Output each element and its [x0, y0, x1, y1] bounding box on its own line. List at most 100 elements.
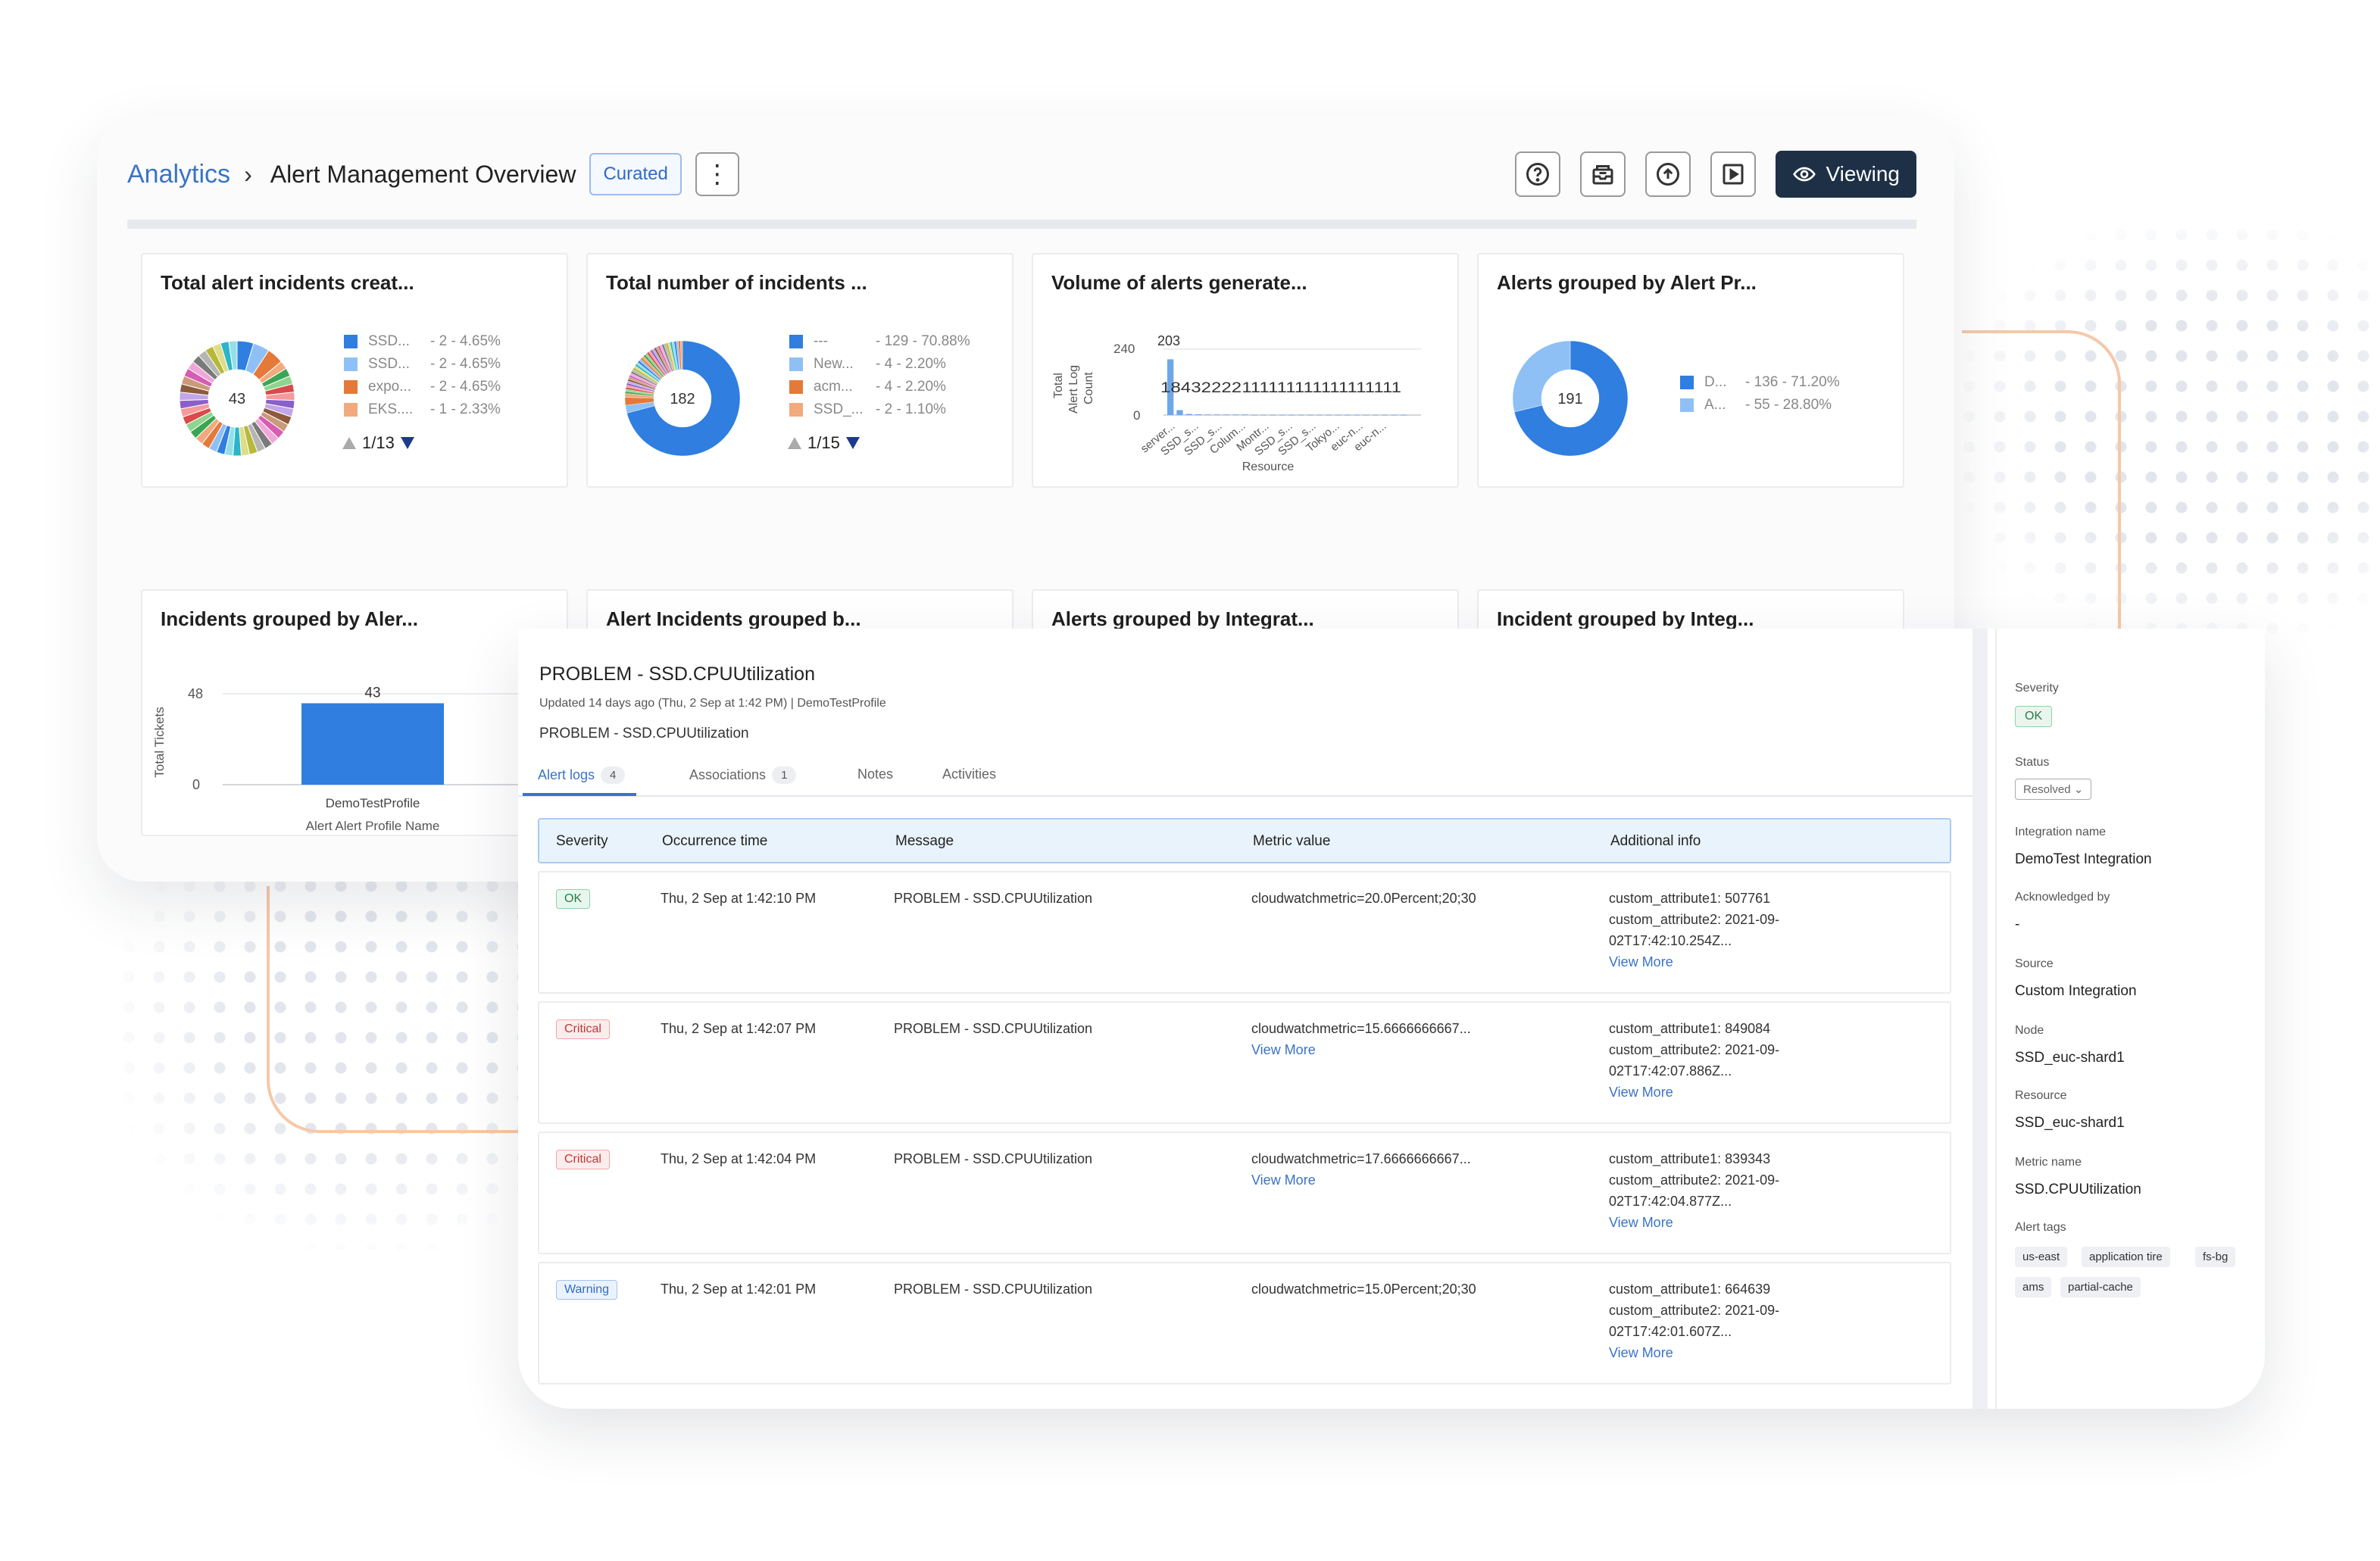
bar[interactable]	[1223, 414, 1230, 416]
table-row[interactable]: Critical Thu, 2 Sep at 1:42:07 PM PROBLE…	[538, 1001, 1951, 1124]
bar[interactable]	[1185, 414, 1192, 415]
breadcrumb-analytics[interactable]: Analytics	[127, 160, 230, 189]
view-more-link[interactable]: View More	[1251, 1169, 1471, 1191]
bar[interactable]	[1251, 414, 1258, 416]
status-dropdown[interactable]: Resolved ⌄	[2015, 779, 2092, 800]
bar[interactable]	[1335, 414, 1341, 416]
widget-title: Alerts grouped by Integrat...	[1051, 607, 1314, 630]
widget-alerts-grouped-by-alert-profile[interactable]: Alerts grouped by Alert Pr... 191 D... - …	[1477, 253, 1904, 488]
bar[interactable]	[1270, 414, 1276, 416]
view-more-link[interactable]: View More	[1609, 1212, 1779, 1233]
legend-value: - 136 - 71.20%	[1745, 374, 1840, 390]
legend-item[interactable]: acm... - 4 - 2.20%	[789, 376, 970, 398]
bar[interactable]	[1204, 414, 1211, 416]
view-more-link[interactable]: View More	[1609, 951, 1779, 973]
viewing-button[interactable]: Viewing	[1776, 151, 1916, 198]
bar[interactable]	[1316, 414, 1323, 416]
bar[interactable]	[1242, 414, 1248, 416]
alert-tag[interactable]: us-east	[2015, 1247, 2068, 1267]
active-tab-indicator	[523, 793, 636, 796]
widget-total-alert-incidents[interactable]: Total alert incidents creat... 43 SSD...…	[141, 253, 568, 488]
bar[interactable]	[1176, 410, 1183, 415]
widget-total-number-of-incidents[interactable]: Total number of incidents ... 182 --- - 1…	[586, 253, 1014, 488]
table-row[interactable]: Warning Thu, 2 Sep at 1:42:01 PM PROBLEM…	[538, 1262, 1951, 1385]
bar[interactable]	[1232, 414, 1239, 416]
alert-tag[interactable]: application tire	[2082, 1247, 2170, 1267]
pager-next-icon[interactable]	[399, 436, 416, 451]
data-label: 43	[364, 685, 380, 701]
bar[interactable]	[1363, 414, 1370, 416]
column-header-message[interactable]: Message	[895, 833, 954, 850]
tab-associations[interactable]: Associations 1	[689, 766, 797, 784]
legend-item[interactable]: SSD_... - 2 - 1.10%	[789, 398, 970, 421]
bar[interactable]	[1391, 414, 1398, 416]
bar[interactable]	[1344, 414, 1351, 416]
bar[interactable]	[1400, 414, 1407, 416]
alert-tag[interactable]: partial-cache	[2060, 1277, 2141, 1297]
bar[interactable]	[1260, 414, 1267, 416]
legend-item[interactable]: --- - 129 - 70.88%	[789, 330, 970, 353]
help-button[interactable]	[1515, 151, 1561, 197]
pager-next-icon[interactable]	[845, 436, 861, 451]
bar[interactable]	[1382, 414, 1388, 416]
alert-tag[interactable]: fs-bg	[2195, 1247, 2236, 1267]
acknowledged-by-value: -	[2015, 916, 2020, 932]
widget-title: Total number of incidents ...	[606, 271, 867, 294]
legend: D... - 136 - 71.20% A... - 55 - 28.80%	[1680, 371, 1840, 417]
legend-item[interactable]: A... - 55 - 28.80%	[1680, 394, 1840, 417]
column-header-severity[interactable]: Severity	[556, 833, 608, 850]
alert-tag[interactable]: ams	[2015, 1277, 2052, 1297]
bar[interactable]	[1213, 414, 1220, 416]
tab-activities[interactable]: Activities	[942, 766, 996, 782]
pager-text: 1/13	[362, 433, 395, 452]
message: PROBLEM - SSD.CPUUtilization	[894, 891, 1093, 906]
view-more-link[interactable]: View More	[1251, 1039, 1471, 1060]
legend-item[interactable]: EKS.... - 1 - 2.33%	[344, 398, 501, 421]
severity-badge: OK	[556, 889, 591, 909]
pager-prev-icon[interactable]	[341, 436, 358, 451]
severity-value-badge: OK	[2015, 706, 2053, 727]
bar-demotestprofile[interactable]	[301, 703, 444, 785]
pager-prev-icon[interactable]	[786, 436, 803, 451]
metric-name-label: Metric name	[2015, 1156, 2082, 1169]
legend-item[interactable]: SSD... - 2 - 4.65%	[344, 353, 501, 376]
bar[interactable]	[1307, 414, 1313, 416]
alert-updated: Updated 14 days ago (Thu, 2 Sep at 1:42 …	[539, 697, 886, 710]
bar[interactable]	[1279, 414, 1285, 416]
column-header-additional-info[interactable]: Additional info	[1610, 833, 1701, 850]
bar[interactable]	[1195, 414, 1202, 415]
legend-item[interactable]: SSD... - 2 - 4.65%	[344, 330, 501, 353]
tab-notes[interactable]: Notes	[857, 766, 893, 782]
occurrence-time: Thu, 2 Sep at 1:42:01 PM	[661, 1282, 817, 1297]
y-tick-label: 240	[1113, 342, 1135, 356]
subscribe-button[interactable]	[1580, 151, 1626, 197]
legend-item[interactable]: D... - 136 - 71.20%	[1680, 371, 1840, 394]
legend-label: SSD...	[368, 333, 410, 349]
more-options-button[interactable]: ⋮	[695, 152, 739, 196]
widget-incidents-grouped-by-alert-profile[interactable]: Incidents grouped by Aler... Total Ticke…	[141, 589, 568, 836]
legend-value: - 1 - 2.33%	[430, 401, 501, 417]
column-header-occurrence-time[interactable]: Occurrence time	[662, 833, 767, 850]
bar[interactable]	[1326, 414, 1332, 416]
share-button[interactable]	[1645, 151, 1691, 197]
tab-label: Notes	[857, 766, 894, 782]
info-line: custom_attribute2: 2021-09-	[1609, 1042, 1780, 1057]
view-more-link[interactable]: View More	[1609, 1342, 1779, 1363]
widget-volume-of-alerts[interactable]: Volume of alerts generate... Total Alert…	[1032, 253, 1459, 488]
bar[interactable]	[1354, 414, 1360, 416]
legend-item[interactable]: New... - 4 - 2.20%	[789, 353, 970, 376]
tab-alert-logs[interactable]: Alert logs 4	[538, 766, 626, 784]
bar[interactable]	[1298, 414, 1304, 416]
additional-info: custom_attribute1: 507761 custom_attribu…	[1609, 888, 1779, 973]
table-row[interactable]: Critical Thu, 2 Sep at 1:42:04 PM PROBLE…	[538, 1132, 1951, 1254]
table-row[interactable]: OK Thu, 2 Sep at 1:42:10 PM PROBLEM - SS…	[538, 871, 1951, 994]
legend-item[interactable]: expo... - 2 - 4.65%	[344, 376, 501, 398]
view-more-link[interactable]: View More	[1609, 1082, 1779, 1103]
bar[interactable]	[1288, 414, 1295, 416]
present-button[interactable]	[1710, 151, 1757, 197]
y-axis-label: Total Tickets	[152, 707, 167, 778]
alert-tags-label: Alert tags	[2015, 1221, 2066, 1234]
bar[interactable]	[1372, 414, 1379, 416]
table-scrollbar[interactable]	[1972, 629, 1988, 1409]
column-header-metric-value[interactable]: Metric value	[1253, 833, 1330, 850]
